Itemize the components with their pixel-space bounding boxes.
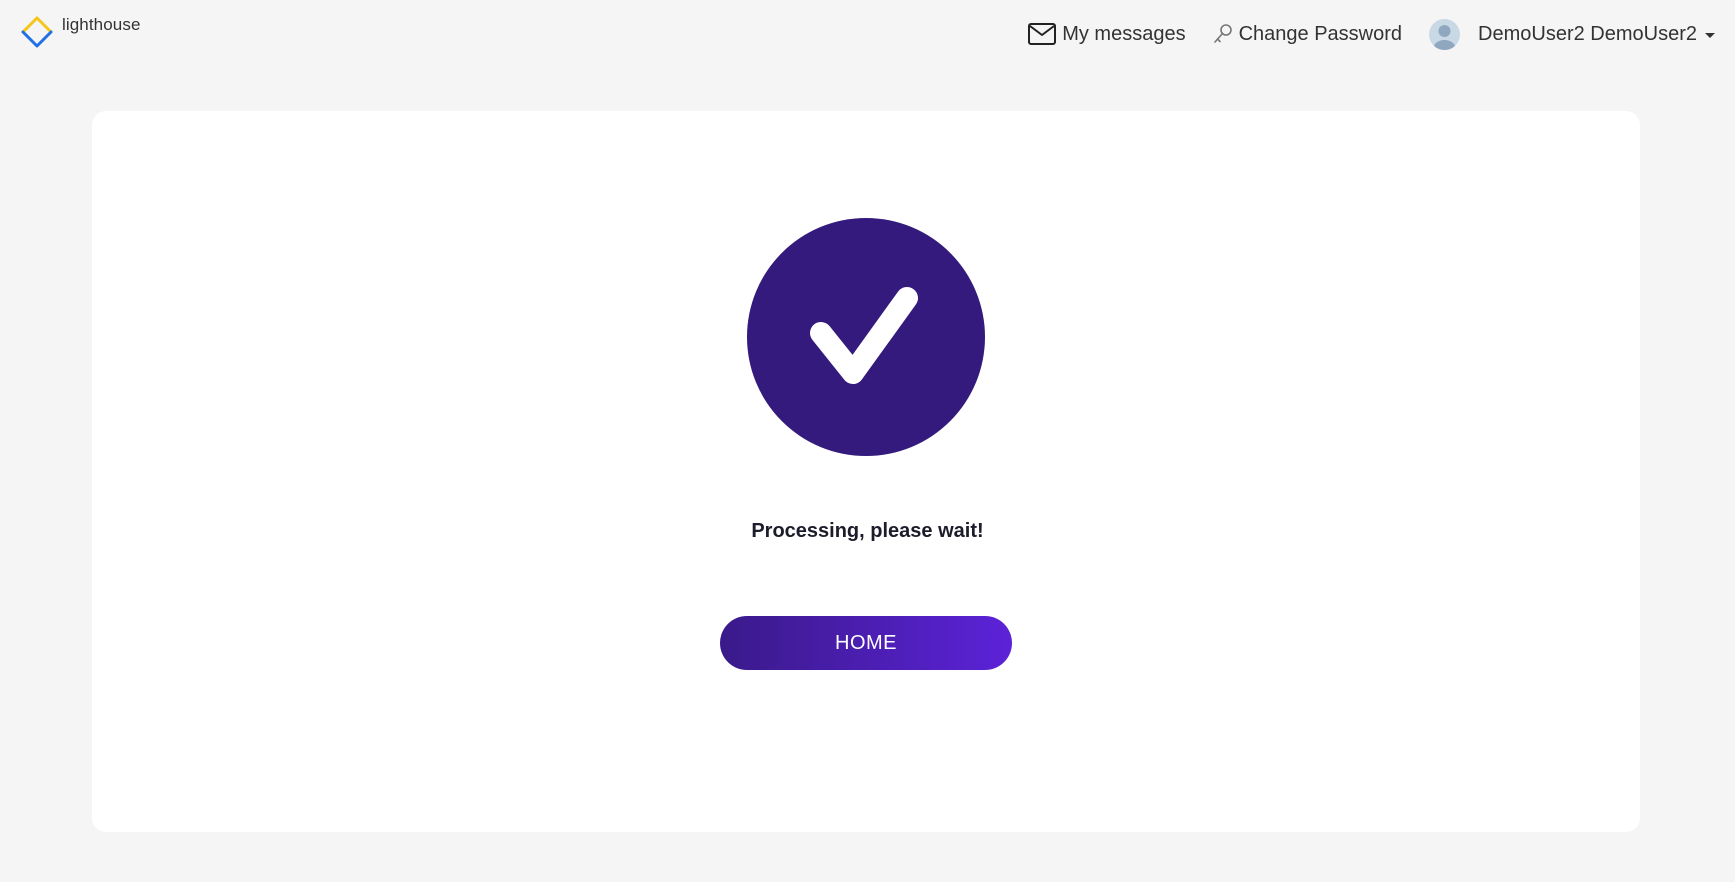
lighthouse-logo-icon xyxy=(21,16,53,48)
my-messages-link[interactable]: My messages xyxy=(1028,22,1186,46)
change-password-link[interactable]: Change Password xyxy=(1213,23,1402,46)
check-circle-icon xyxy=(747,218,985,456)
my-messages-label: My messages xyxy=(1062,22,1186,45)
envelope-icon xyxy=(1028,23,1057,45)
user-avatar-icon xyxy=(1429,18,1461,50)
status-message: Processing, please wait! xyxy=(751,520,984,542)
brand-logo[interactable]: lighthouse xyxy=(20,15,141,49)
home-button[interactable]: HOME xyxy=(720,616,1012,670)
caret-down-icon xyxy=(1705,33,1715,38)
key-icon xyxy=(1213,23,1233,45)
change-password-label: Change Password xyxy=(1238,22,1403,45)
user-nav: My messages Change Password DemoUser2 De… xyxy=(1028,18,1715,50)
brand-name: lighthouse xyxy=(62,15,141,34)
user-name: DemoUser2 DemoUser2 xyxy=(1478,22,1697,45)
top-navigation-bar: lighthouse My messages Change Password D… xyxy=(0,0,1735,70)
user-menu[interactable]: DemoUser2 DemoUser2 xyxy=(1429,18,1715,50)
